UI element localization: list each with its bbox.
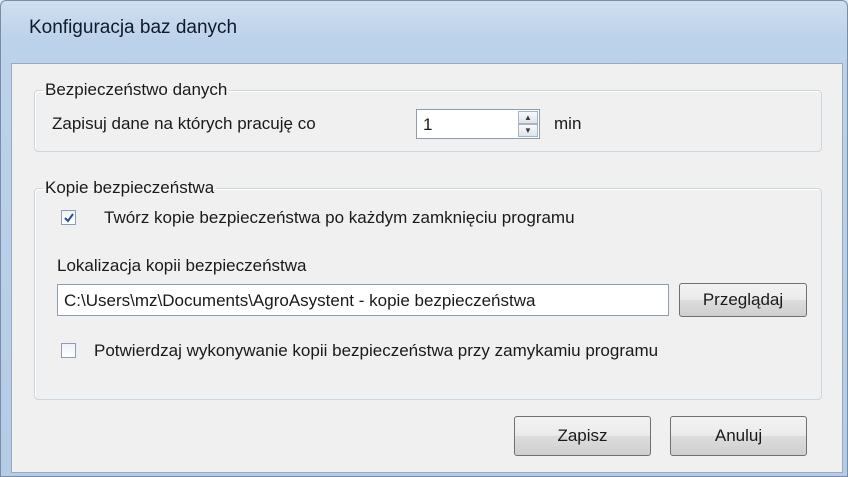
- dialog-body: Bezpieczeństwo danych Zapisuj dane na kt…: [11, 63, 843, 473]
- confirm-backup-label[interactable]: Potwierdzaj wykonywanie kopii bezpieczeń…: [94, 341, 658, 361]
- window-title: Konfiguracja baz danych: [29, 17, 238, 38]
- backup-location-value[interactable]: C:\Users\mz\Documents\AgroAsystent - kop…: [64, 291, 535, 311]
- dialog-window: Konfiguracja baz danych Bezpieczeństwo d…: [0, 0, 848, 477]
- title-bar[interactable]: Konfiguracja baz danych: [1, 1, 847, 43]
- data-security-legend: Bezpieczeństwo danych: [45, 80, 228, 99]
- autosave-interval-value[interactable]: 1: [423, 115, 432, 135]
- browse-button[interactable]: Przeglądaj: [679, 283, 807, 317]
- create-backup-checkbox[interactable]: [61, 210, 76, 225]
- create-backup-label[interactable]: Twórz kopie bezpieczeństwa po każdym zam…: [104, 208, 575, 228]
- save-button[interactable]: Zapisz: [514, 416, 651, 456]
- interval-unit-label: min: [554, 114, 582, 133]
- backup-location-input[interactable]: C:\Users\mz\Documents\AgroAsystent - kop…: [57, 284, 669, 316]
- autosave-interval-stepper[interactable]: 1 ▲ ▼: [416, 109, 540, 139]
- autosave-label: Zapisuj dane na których pracuję co: [52, 114, 316, 133]
- cancel-button[interactable]: Anuluj: [670, 416, 807, 456]
- spin-up-icon[interactable]: ▲: [518, 111, 538, 124]
- spin-down-icon[interactable]: ▼: [518, 124, 538, 137]
- backup-location-label: Lokalizacja kopii bezpieczeństwa: [57, 256, 307, 275]
- confirm-backup-checkbox[interactable]: [61, 343, 76, 358]
- backups-legend: Kopie bezpieczeństwa: [45, 178, 215, 197]
- checkmark-icon: [64, 213, 74, 223]
